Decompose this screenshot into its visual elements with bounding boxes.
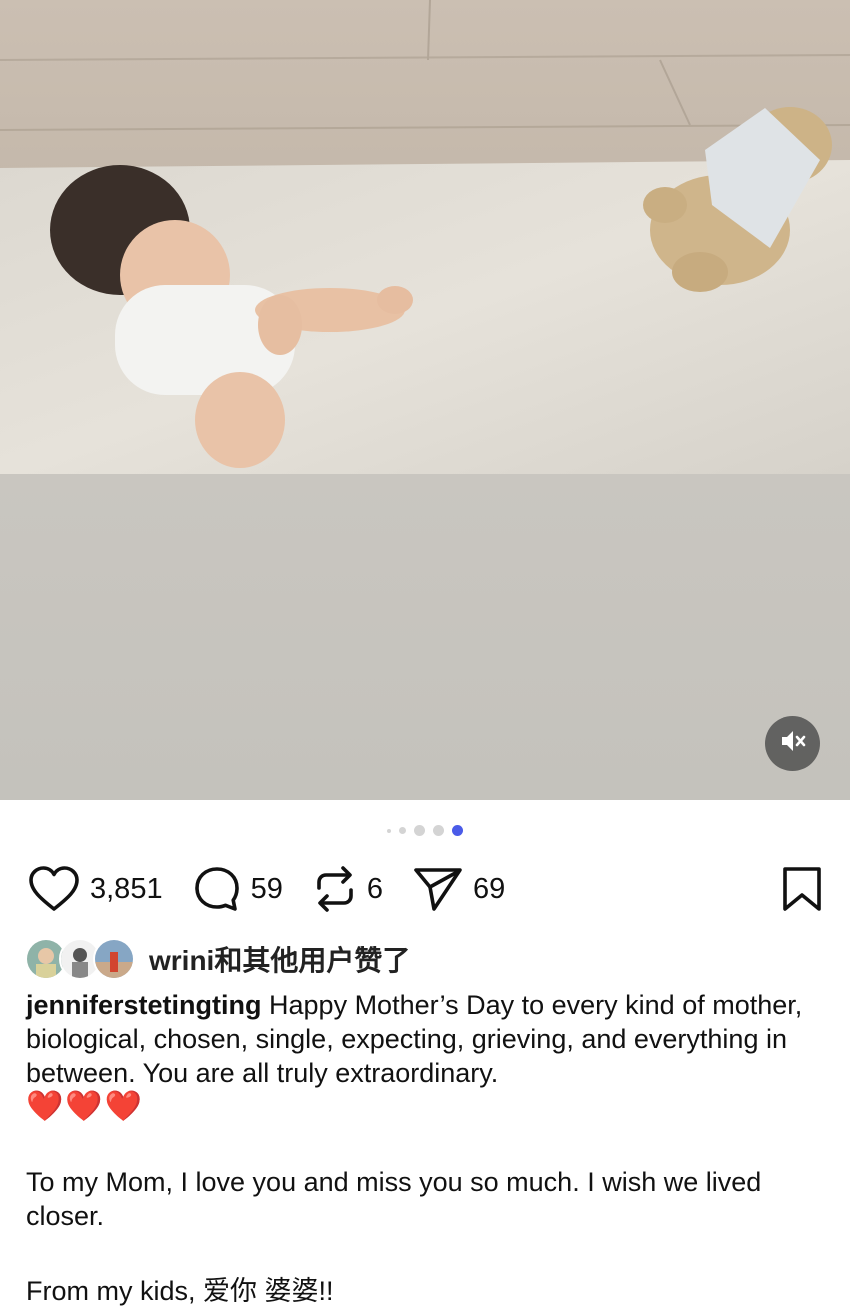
repost-icon [313,864,357,914]
repost-button[interactable]: 6 [313,864,383,914]
heart-icon [28,866,80,912]
mute-toggle-button[interactable] [765,716,820,771]
send-icon [413,865,463,913]
post-media[interactable] [0,0,850,800]
share-button[interactable]: 69 [413,865,505,913]
carousel-dot-active [452,825,463,836]
caption-hearts: ❤️❤️❤️ [26,1090,145,1123]
carousel-dot [399,827,406,834]
media-letterbox [0,474,850,800]
liker-avatars [25,938,135,980]
liked-by-row[interactable]: wrini和其他用户赞了 [25,938,410,980]
carousel-indicator [0,825,850,836]
post-photo [0,0,850,474]
repost-count: 6 [366,872,383,905]
caption-paragraph-3: From my kids, 爱你 婆婆!! [26,1276,334,1306]
bookmark-icon [782,867,822,916]
save-button[interactable] [782,866,822,917]
caption-paragraph: jenniferstetingting Happy Mother’s Day t… [26,988,826,1090]
caption-username[interactable]: jenniferstetingting [26,990,262,1020]
caption-paragraph-2: To my Mom, I love you and miss you so mu… [26,1167,762,1231]
carousel-dot [433,825,444,836]
share-count: 69 [472,872,506,905]
post-caption: jenniferstetingting Happy Mother’s Day t… [26,988,826,1308]
post-action-bar: 3,851 59 6 69 [28,862,822,916]
comment-icon [193,865,241,913]
speaker-muted-icon [779,728,807,759]
liked-by-text: wrini和其他用户赞了 [149,945,411,976]
like-count: 3,851 [90,872,163,905]
like-button[interactable]: 3,851 [28,866,163,912]
comment-button[interactable]: 59 [193,865,283,913]
carousel-dot [414,825,425,836]
comment-count: 59 [250,872,283,905]
carousel-dot [387,828,391,833]
avatar [93,938,135,980]
